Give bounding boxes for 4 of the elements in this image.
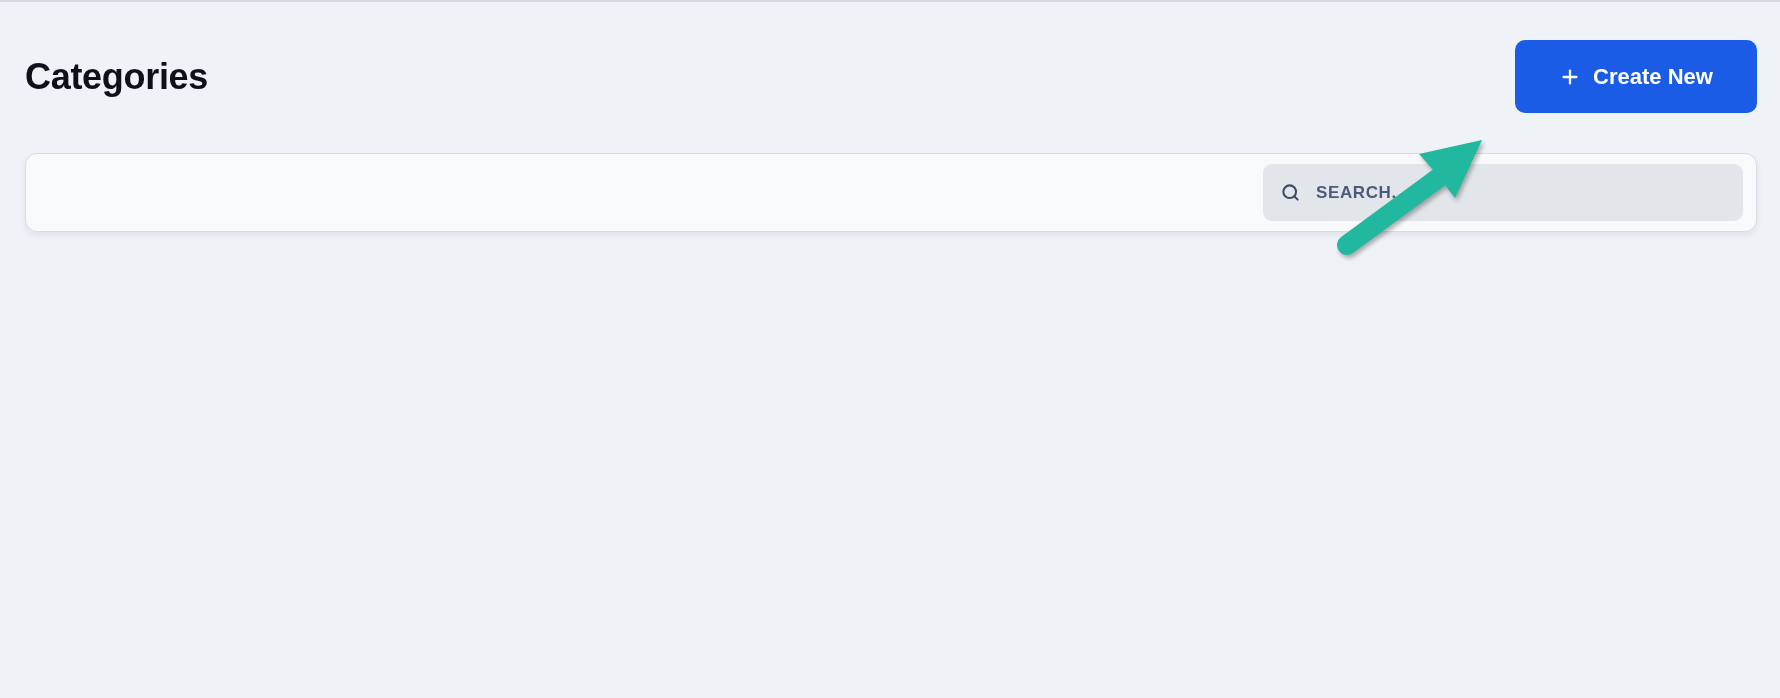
create-new-button[interactable]: Create New bbox=[1515, 40, 1757, 113]
search-field[interactable]: SEARCH. bbox=[1263, 164, 1743, 221]
search-icon bbox=[1281, 183, 1300, 202]
page-title: Categories bbox=[25, 55, 209, 98]
